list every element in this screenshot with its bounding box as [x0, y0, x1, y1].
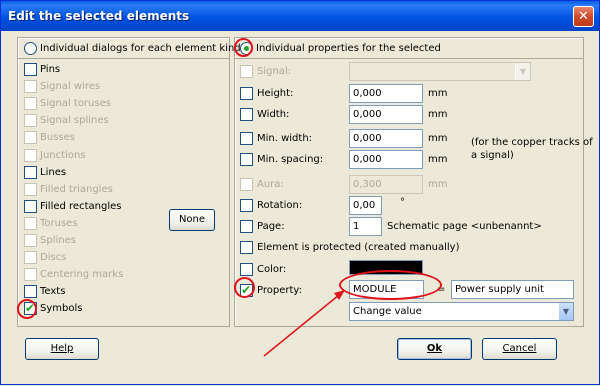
dialog-window: Edit the selected elements ✕ Individual … [0, 0, 600, 385]
annotation-arrow-icon [263, 290, 345, 357]
